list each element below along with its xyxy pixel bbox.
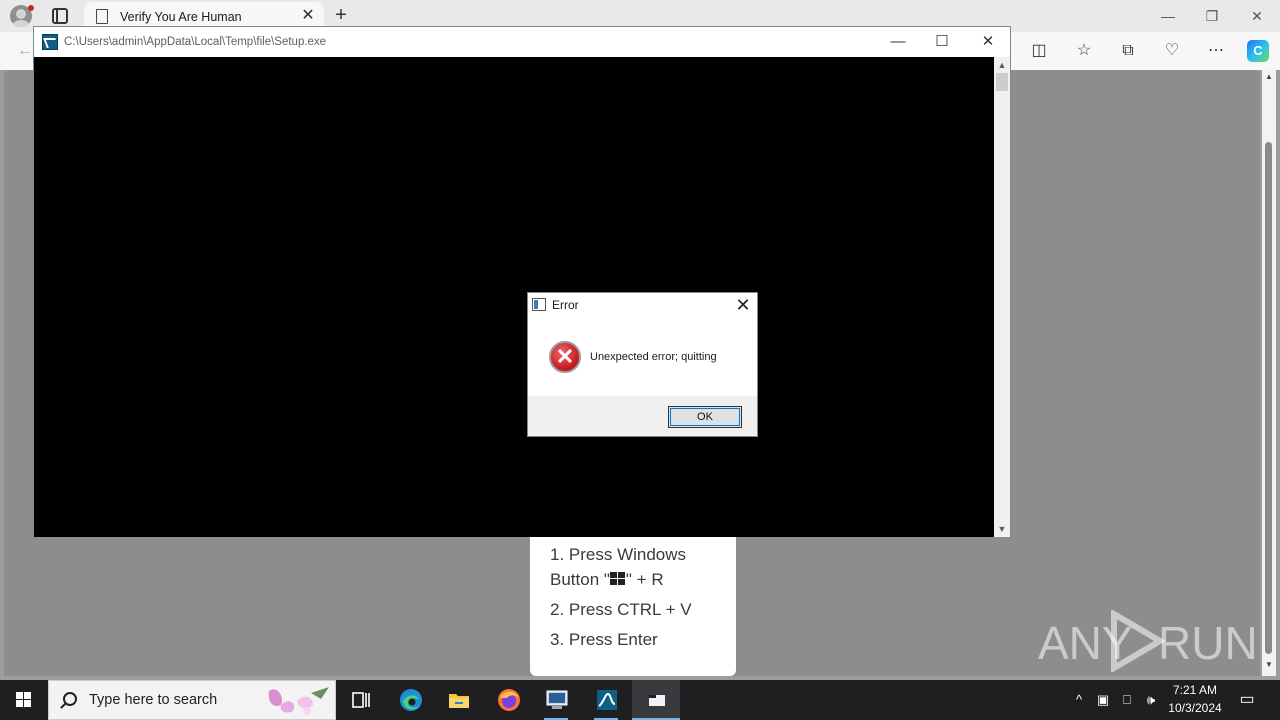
scroll-up-arrow-icon[interactable]: ▲ bbox=[1262, 72, 1276, 82]
window-icon bbox=[532, 298, 546, 311]
browser-essentials-icon[interactable]: ♡ bbox=[1161, 40, 1183, 62]
console-scroll-down-icon[interactable]: ▼ bbox=[994, 521, 1010, 537]
device-icon[interactable]: ▣ bbox=[1094, 690, 1112, 710]
taskbar-console-app[interactable] bbox=[632, 680, 680, 720]
clock-time[interactable]: 7:21 AM bbox=[1166, 683, 1224, 697]
error-title-bar[interactable]: Error ✕ bbox=[528, 293, 757, 317]
network-app-icon bbox=[546, 690, 568, 709]
windows-icon bbox=[16, 692, 32, 708]
anyrun-watermark: ANY RUN bbox=[1038, 610, 1258, 674]
browser-close-button[interactable]: ✕ bbox=[1247, 6, 1267, 26]
show-hidden-icons[interactable]: ^ bbox=[1070, 690, 1088, 710]
new-tab-button[interactable]: + bbox=[330, 4, 352, 26]
split-screen-icon[interactable]: ◫ bbox=[1028, 40, 1050, 62]
step-1-line-2: Button " " + R bbox=[550, 567, 664, 592]
taskbar-firefox[interactable] bbox=[484, 680, 532, 720]
firefox-icon bbox=[498, 689, 520, 711]
file-explorer-icon bbox=[449, 694, 469, 708]
step-1-prefix: Button " bbox=[550, 570, 610, 589]
error-icon: ✕ bbox=[549, 341, 581, 373]
browser-restore-button[interactable]: ❐ bbox=[1202, 6, 1222, 26]
console-minimize-button[interactable]: — bbox=[887, 31, 909, 53]
tab-close-icon[interactable]: ✕ bbox=[298, 6, 318, 26]
taskbar-file-explorer[interactable] bbox=[434, 680, 482, 720]
console-close-button[interactable]: ✕ bbox=[977, 31, 999, 53]
tab-title: Verify You Are Human bbox=[120, 10, 242, 24]
error-close-button[interactable]: ✕ bbox=[732, 294, 754, 316]
page-scrollbar[interactable]: ▲ ▼ bbox=[1262, 70, 1276, 676]
start-button[interactable] bbox=[0, 680, 48, 720]
console-scrollbar[interactable]: ▲ ▼ bbox=[994, 57, 1010, 537]
volume-icon[interactable]: 🕪 bbox=[1142, 690, 1160, 710]
taskbar-edge[interactable] bbox=[386, 680, 434, 720]
taskbar-network-app[interactable] bbox=[532, 680, 580, 720]
notifications-icon[interactable]: ▭ bbox=[1238, 690, 1256, 710]
step-3: 3. Press Enter bbox=[550, 630, 658, 649]
step-2: 2. Press CTRL + V bbox=[550, 600, 692, 619]
error-dialog: Error ✕ ✕ Unexpected error; quitting OK bbox=[527, 292, 758, 437]
browser-minimize-button[interactable]: — bbox=[1158, 6, 1178, 26]
step-1-suffix: " + R bbox=[625, 570, 664, 589]
taskbar-search-box[interactable]: Type here to search bbox=[48, 680, 336, 720]
console-title: C:\Users\admin\AppData\Local\Temp\file\S… bbox=[64, 36, 327, 48]
console-output[interactable] bbox=[34, 57, 994, 537]
watermark-right-text: RUN bbox=[1158, 617, 1258, 669]
play-icon bbox=[1111, 610, 1166, 672]
collections-icon[interactable]: ⧉ bbox=[1117, 40, 1139, 62]
console-app-icon bbox=[649, 695, 665, 706]
page-scroll-thumb[interactable] bbox=[1265, 142, 1272, 654]
search-placeholder: Type here to search bbox=[89, 692, 218, 708]
console-scroll-thumb[interactable] bbox=[996, 73, 1008, 91]
step-1-line-1: 1. Press Windows bbox=[550, 545, 687, 564]
setup-console-window: C:\Users\admin\AppData\Local\Temp\file\S… bbox=[33, 26, 1011, 537]
ok-button[interactable]: OK bbox=[668, 406, 742, 428]
search-icon bbox=[63, 692, 77, 706]
error-title: Error bbox=[552, 298, 579, 312]
console-title-bar[interactable]: C:\Users\admin\AppData\Local\Temp\file\S… bbox=[34, 27, 1010, 57]
clock-date[interactable]: 10/3/2024 bbox=[1166, 701, 1224, 715]
favorites-icon[interactable]: ☆ bbox=[1073, 40, 1095, 62]
task-view-icon bbox=[352, 692, 370, 708]
network-icon[interactable]: ⎕ bbox=[1118, 690, 1136, 710]
more-icon[interactable]: ⋯ bbox=[1205, 40, 1227, 62]
console-scroll-up-icon[interactable]: ▲ bbox=[994, 57, 1010, 73]
error-button-bar: OK bbox=[528, 396, 757, 436]
setup-app-icon bbox=[597, 690, 617, 710]
console-app-icon bbox=[42, 34, 58, 50]
scroll-down-arrow-icon[interactable]: ▼ bbox=[1262, 660, 1276, 670]
search-highlight-icon bbox=[268, 687, 329, 715]
taskbar-setup-app[interactable] bbox=[582, 680, 630, 720]
task-view-button[interactable] bbox=[336, 680, 384, 720]
windows-key-icon bbox=[609, 572, 626, 586]
error-message: Unexpected error; quitting bbox=[590, 351, 717, 363]
tab-actions-icon[interactable] bbox=[52, 8, 68, 24]
page-icon bbox=[96, 9, 108, 24]
notification-dot bbox=[28, 5, 34, 11]
console-maximize-button[interactable]: ☐ bbox=[931, 31, 953, 53]
verification-instructions: 1. Press Windows Button " " + R 2. Press … bbox=[530, 536, 736, 676]
copilot-icon[interactable]: C bbox=[1247, 40, 1269, 62]
edge-icon bbox=[400, 689, 422, 711]
taskbar: Type here to search ^ ▣ ⎕ 🕪 ▭ bbox=[0, 680, 1280, 720]
